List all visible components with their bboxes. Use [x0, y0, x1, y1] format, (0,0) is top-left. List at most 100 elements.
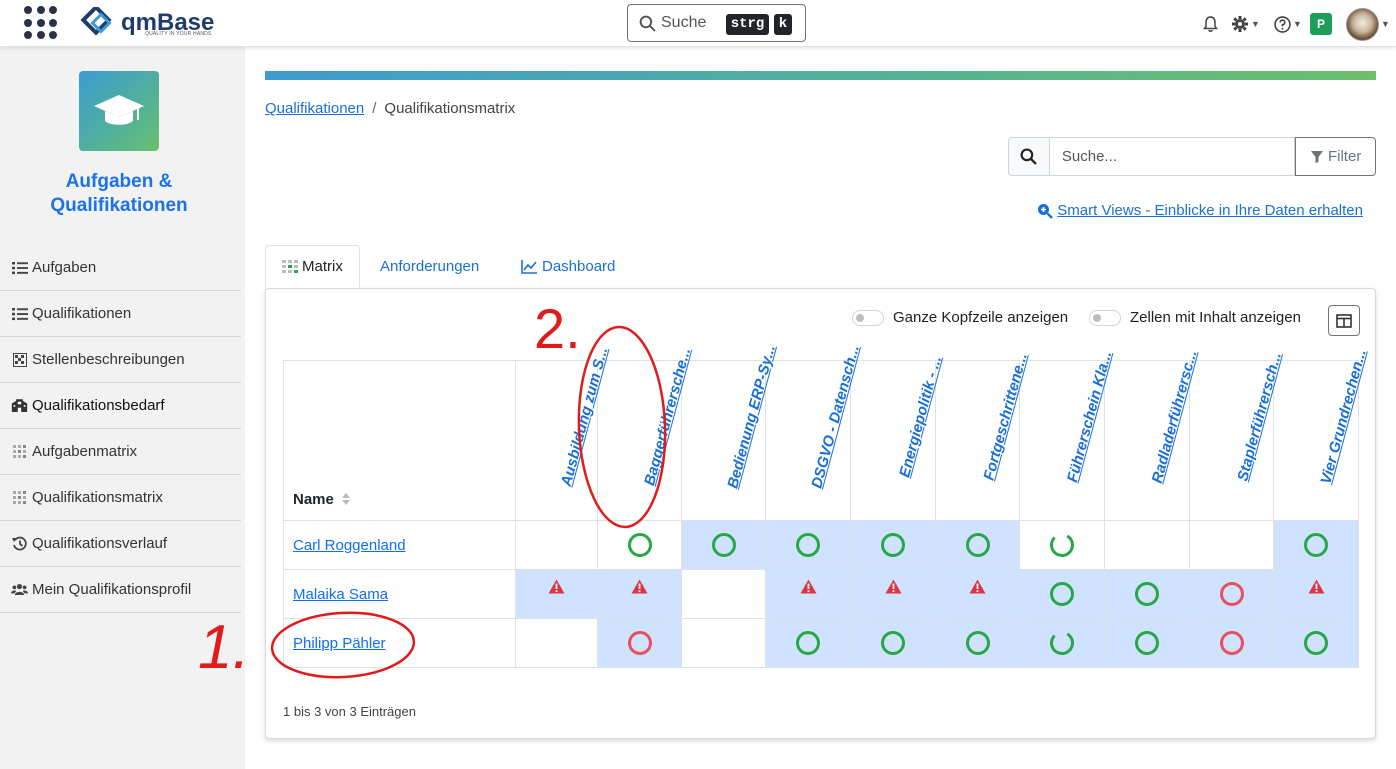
matrix-cell[interactable] — [1273, 520, 1359, 570]
toggle-full-header[interactable]: Ganze Kopfzeile anzeigen — [852, 309, 1068, 326]
sidebar-item-label: Aufgaben — [32, 259, 97, 276]
user-badge[interactable]: P — [1310, 9, 1332, 39]
chevron-down-icon: ▼ — [1381, 19, 1390, 29]
toggle-switch[interactable] — [1089, 309, 1121, 326]
status-complete-icon — [880, 630, 906, 656]
sidebar-item-qualifikationsverlauf[interactable]: Qualifikationsverlauf — [0, 521, 241, 567]
qualification-column-header: Bedienung ERP-Sy... — [681, 343, 778, 521]
notifications-button[interactable] — [1202, 9, 1219, 39]
global-search[interactable]: Suche strg k — [627, 4, 806, 42]
matrix-cell[interactable] — [935, 520, 1020, 570]
status-complete-icon — [795, 630, 821, 656]
breadcrumb-link-qualifikationen[interactable]: Qualifikationen — [265, 100, 364, 117]
line-chart-icon — [521, 259, 537, 274]
status-complete-icon — [795, 532, 821, 558]
matrix-cell[interactable] — [1189, 520, 1274, 570]
matrix-cell[interactable] — [1273, 569, 1359, 619]
status-partial-icon — [1049, 630, 1075, 656]
matrix-cell[interactable] — [597, 520, 682, 570]
column-layout-button[interactable] — [1328, 305, 1360, 336]
tab-matrix-label: Matrix — [302, 258, 343, 275]
bell-icon — [1203, 16, 1218, 32]
settings-menu-button[interactable]: ▼ — [1231, 9, 1260, 39]
toggle-cells-with-content[interactable]: Zellen mit Inhalt anzeigen — [1089, 309, 1301, 326]
matrix-cell[interactable] — [850, 618, 936, 668]
sidebar-item-qualifikationsmatrix[interactable]: Qualifikationsmatrix — [0, 475, 241, 521]
matrix-cell[interactable] — [1273, 618, 1359, 668]
sidebar-item-label: Qualifikationsbedarf — [32, 397, 165, 414]
qualification-column-header: DSGVO - Datensch... — [765, 343, 863, 521]
matrix-cell[interactable] — [935, 569, 1020, 619]
matrix-cell[interactable] — [515, 569, 598, 619]
matrix-icon — [11, 490, 28, 505]
matrix-cell[interactable] — [765, 618, 851, 668]
matrix-cell[interactable] — [1104, 618, 1190, 668]
sidebar-item-aufgabenmatrix[interactable]: Aufgabenmatrix — [0, 429, 241, 475]
matrix-cell[interactable] — [765, 520, 851, 570]
user-menu-button[interactable]: ▼ — [1346, 6, 1390, 42]
tab-matrix[interactable]: Matrix — [265, 245, 360, 288]
matrix-cell[interactable] — [850, 569, 936, 619]
warning-icon — [969, 579, 986, 594]
filter-label: Filter — [1327, 148, 1362, 165]
search-icon — [639, 15, 656, 32]
matrix-cell[interactable] — [681, 569, 766, 619]
sidebar-item-stellenbeschreibungen[interactable]: Stellenbeschreibungen — [0, 337, 241, 383]
matrix-cell[interactable] — [681, 618, 766, 668]
tab-dashboard[interactable]: Dashboard — [521, 245, 615, 288]
status-complete-icon — [1134, 630, 1160, 656]
sidebar-item-label: Qualifikationsverlauf — [32, 535, 168, 552]
app-logo[interactable]: qmBase QUALITY IN YOUR HANDS — [77, 7, 214, 39]
apps-grid-icon[interactable] — [24, 6, 58, 40]
employee-name-link[interactable]: Malaika Sama — [293, 586, 388, 603]
module-title: Aufgaben & Qualifikationen — [50, 171, 188, 216]
matrix-cell[interactable] — [597, 569, 682, 619]
gear-icon — [1232, 16, 1248, 32]
breadcrumb: Qualifikationen / Qualifikationsmatrix — [265, 100, 515, 117]
qualification-column-link[interactable]: Vier Grundrechen... — [1316, 342, 1371, 491]
filter-button[interactable]: Filter — [1295, 137, 1377, 176]
help-menu-button[interactable]: ▼ — [1274, 9, 1302, 39]
employee-name-link[interactable]: Carl Roggenland — [293, 537, 406, 554]
matrix-cell[interactable] — [1104, 569, 1190, 619]
name-column-header[interactable]: Name — [283, 360, 516, 521]
tab-bar: Matrix Anforderungen Dashboard — [265, 245, 1376, 288]
matrix-cell[interactable] — [515, 520, 598, 570]
toggle-switch[interactable] — [852, 309, 884, 326]
qualification-column-header: Fortgeschrittene... — [935, 351, 1030, 521]
warning-icon — [885, 579, 902, 594]
table-row: Malaika Sama — [283, 569, 1359, 619]
sidebar-item-qualifikationen[interactable]: Qualifikationen — [0, 291, 241, 337]
matrix-icon — [282, 259, 298, 273]
module-logo — [79, 71, 159, 151]
matrix-cell[interactable] — [1019, 520, 1105, 570]
matrix-cell[interactable] — [597, 618, 682, 668]
matrix-cell[interactable] — [850, 520, 936, 570]
status-complete-icon — [880, 532, 906, 558]
sidebar-item-mein qualifikationsprofil[interactable]: Mein Qualifikationsprofil — [0, 567, 241, 613]
matrix-cell[interactable] — [935, 618, 1020, 668]
matrix-cell[interactable] — [515, 618, 598, 668]
global-search-label: Suche — [661, 14, 707, 31]
sidebar-item-qualifikationsbedarf[interactable]: Qualifikationsbedarf — [0, 383, 241, 429]
matrix-cell[interactable] — [765, 569, 851, 619]
toggle-full-header-label: Ganze Kopfzeile anzeigen — [893, 309, 1069, 326]
matrix-cell[interactable] — [1189, 618, 1274, 668]
matrix-cell[interactable] — [1189, 569, 1274, 619]
tab-anforderungen[interactable]: Anforderungen — [380, 245, 479, 288]
chevron-down-icon: ▼ — [1293, 19, 1302, 29]
building-icon — [11, 398, 28, 414]
sidebar-item-label: Qualifikationen — [32, 305, 132, 322]
matrix-cell[interactable] — [681, 520, 766, 570]
sidebar-item-aufgaben[interactable]: Aufgaben — [0, 245, 241, 291]
matrix-cell[interactable] — [1019, 618, 1105, 668]
users-icon — [11, 582, 28, 597]
smart-views-link[interactable]: Smart Views - Einblicke in Ihre Daten er… — [1037, 202, 1363, 219]
matrix-cell[interactable] — [1104, 520, 1190, 570]
matrix-card: Ganze Kopfzeile anzeigen Zellen mit Inha… — [265, 288, 1376, 739]
employee-name-link[interactable]: Philipp Pähler — [293, 635, 386, 652]
matrix-cell[interactable] — [1019, 569, 1105, 619]
entries-info: 1 bis 3 von 3 Einträgen — [283, 704, 416, 719]
matrix-search: Filter — [1008, 137, 1377, 176]
search-input[interactable] — [1049, 137, 1296, 176]
